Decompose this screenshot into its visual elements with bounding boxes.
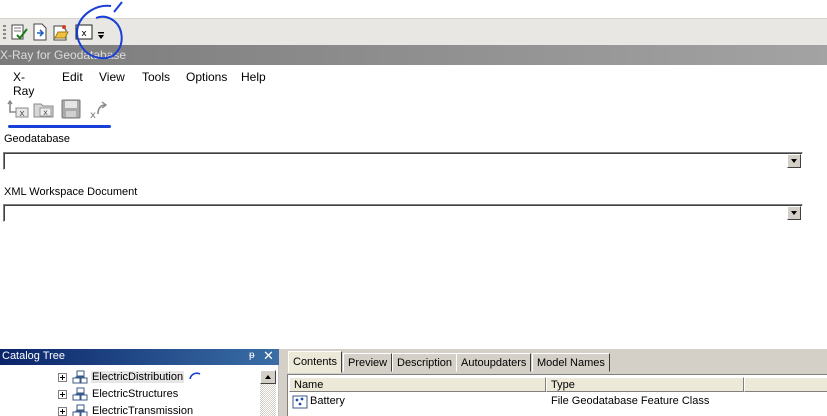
tree-item-label: ElectricStructures [92,388,179,400]
open-xray-icon: x [33,103,54,118]
tree-item[interactable]: ElectricTransmission [58,404,258,416]
tab-model-names[interactable]: Model Names [532,353,610,372]
column-header-name[interactable]: Name [289,377,546,392]
underline-annotation [8,125,111,128]
point-feature-class-icon [292,395,308,409]
xray-window-button[interactable]: x [75,23,93,41]
row-name[interactable]: Battery [310,395,345,407]
check-annotation [189,372,201,380]
expand-plus-icon[interactable] [58,390,67,399]
save-icon [61,99,81,119]
tab-description[interactable]: Description [392,353,458,372]
pin-icon[interactable]: ᵽ [249,350,255,361]
tab-autoupdaters[interactable]: Autoupdaters [456,353,532,372]
column-header-type[interactable]: Type [546,377,744,392]
menu-view[interactable]: View [99,70,125,84]
row-type: File Geodatabase Feature Class [551,395,710,407]
menu-xray[interactable]: X-Ray [13,70,34,98]
xray-window-icon: x [75,24,93,40]
export-xray-icon: x [90,101,108,120]
xml-workspace-label: XML Workspace Document [4,186,138,198]
open-document-button[interactable] [52,23,70,41]
window-title: X-Ray for Geodatabase [0,48,127,62]
contents-list: Name Type Battery File Geodatabase Featu… [287,374,827,416]
window-title-bar: X-Ray for Geodatabase [0,45,827,65]
scroll-track[interactable] [260,384,276,416]
svg-text:x: x [81,29,87,39]
tree-item[interactable]: ElectricDistribution [58,370,258,386]
toolbar-overflow-chevron-icon[interactable] [97,31,105,41]
expand-plus-icon[interactable] [58,373,67,382]
geodatabase-combo[interactable] [3,152,803,170]
tree-item[interactable]: ElectricStructures [58,387,258,403]
save-button[interactable] [60,98,82,120]
menu-options[interactable]: Options [186,70,227,84]
geodatabase-dropdown-arrow-icon[interactable] [787,154,801,168]
toolbar-grip[interactable] [3,25,6,41]
tab-contents[interactable]: Contents [288,351,343,373]
scroll-up-arrow-icon[interactable] [260,370,276,384]
tree-item-label: ElectricTransmission [92,405,194,416]
expand-plus-icon[interactable] [58,407,67,416]
catalog-tree-header: Catalog Tree ᵽ ✕ [0,348,279,365]
svg-text:x: x [43,108,48,117]
feature-dataset-icon [72,387,88,401]
connect-xray-button[interactable]: x [7,98,29,120]
column-header-extra[interactable] [744,377,827,392]
catalog-scrollbar[interactable] [260,370,276,416]
catalog-tree: ElectricDistribution ElectricStructures … [0,365,279,416]
connect-xray-icon: x [7,99,29,119]
top-toolbar: x [0,18,827,45]
open-xray-button[interactable]: x [33,98,55,120]
checklist-button[interactable] [10,23,28,41]
svg-text:x: x [90,110,96,120]
xml-workspace-dropdown-arrow-icon[interactable] [787,206,801,220]
details-pane: Contents Preview Description Autoupdater… [285,349,827,416]
feature-dataset-icon [72,404,88,416]
menu-edit[interactable]: Edit [62,70,83,84]
xml-workspace-combo[interactable] [3,204,803,222]
catalog-tree-title: Catalog Tree [2,350,65,362]
document-arrow-button[interactable] [31,23,49,41]
tab-preview[interactable]: Preview [343,353,393,372]
geodatabase-label: Geodatabase [4,133,71,145]
menu-help[interactable]: Help [241,70,266,84]
svg-text:x: x [19,109,25,119]
tree-item-label: ElectricDistribution [91,371,185,383]
export-xray-button[interactable]: x [87,98,109,120]
document-arrow-icon [33,23,47,41]
open-document-icon [53,25,69,41]
menu-tools[interactable]: Tools [142,70,170,84]
checklist-icon [11,24,28,40]
feature-dataset-icon [72,370,88,384]
close-icon[interactable]: ✕ [263,348,274,364]
